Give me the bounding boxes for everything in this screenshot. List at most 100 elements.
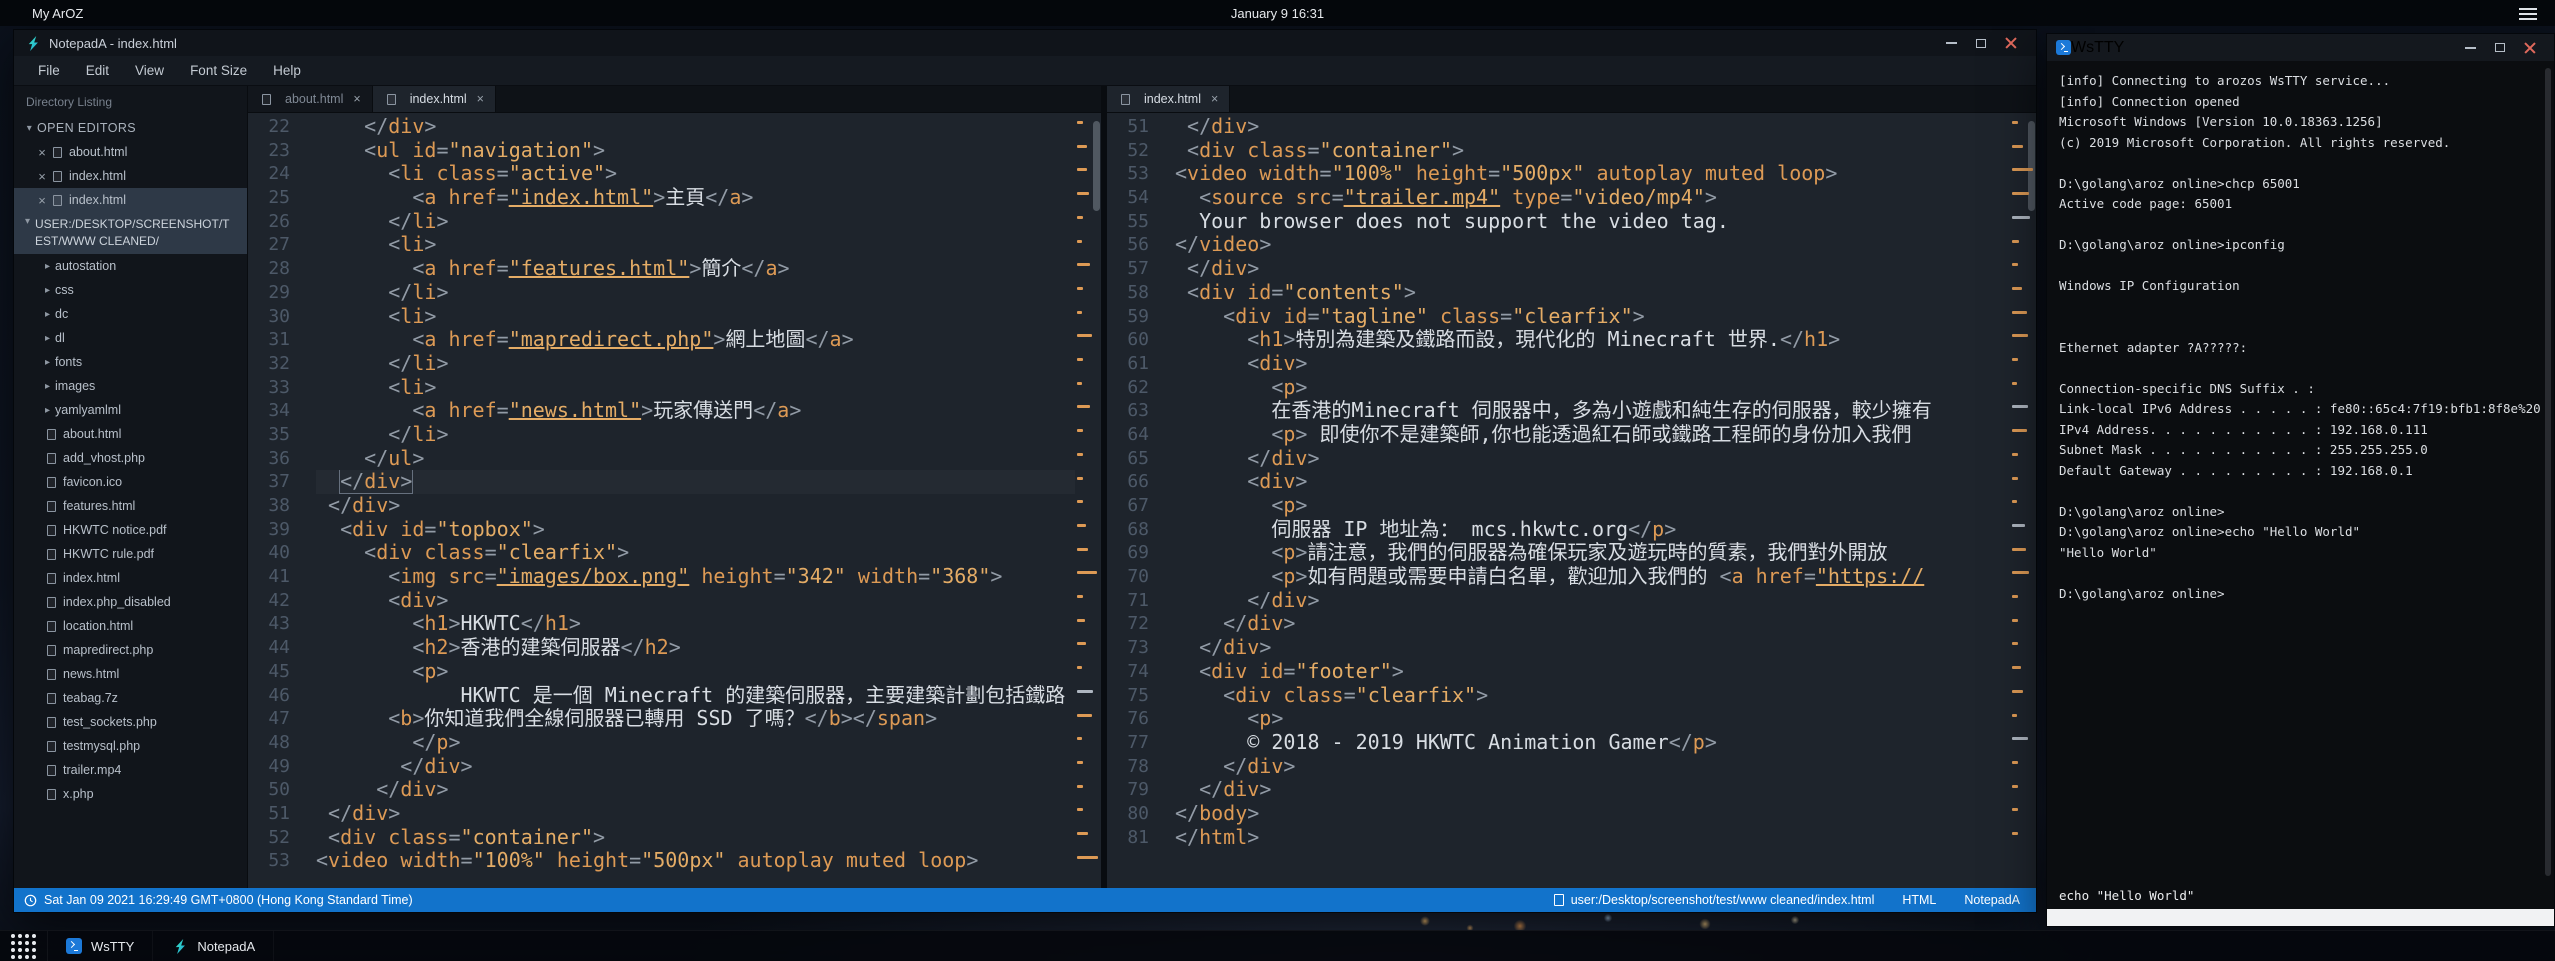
code-line[interactable]: <div> — [316, 589, 1075, 613]
maximize-icon[interactable] — [2485, 38, 2515, 58]
close-tab-icon[interactable]: × — [353, 92, 360, 106]
code-line[interactable]: <div class="clearfix"> — [1175, 684, 2010, 708]
notepada-titlebar[interactable]: NotepadA - index.html — [14, 30, 2036, 56]
file-testmysql.php[interactable]: testmysql.php — [14, 734, 247, 758]
code-line[interactable]: <ul id="navigation"> — [316, 139, 1075, 163]
code-line[interactable]: </div> — [1175, 778, 2010, 802]
open-editor-index.html[interactable]: ×index.html — [14, 188, 247, 212]
code-line[interactable]: </html> — [1175, 826, 2010, 850]
code-line[interactable]: </div> — [1175, 589, 2010, 613]
tab-index.html[interactable]: index.html× — [373, 86, 496, 112]
code-line[interactable]: </div> — [316, 494, 1075, 518]
code-line[interactable]: </body> — [1175, 802, 2010, 826]
code-line[interactable]: <div id="topbox"> — [316, 518, 1075, 542]
folder-images[interactable]: ▸images — [14, 374, 247, 398]
code-line[interactable]: <h1>特別為建築及鐵路而設，現代化的 Minecraft 世界.</h1> — [1175, 328, 2010, 352]
file-mapredirect.php[interactable]: mapredirect.php — [14, 638, 247, 662]
code-line[interactable]: 在香港的Minecraft 伺服器中，多為小遊戲和純生存的伺服器，較少擁有 — [1175, 399, 2010, 423]
scrollbar-thumb[interactable] — [2028, 121, 2035, 211]
code-line[interactable]: <div class="container"> — [1175, 139, 2010, 163]
wstty-titlebar[interactable]: WsTTY — [2047, 34, 2554, 61]
code-line[interactable]: <p> — [1175, 376, 2010, 400]
file-location.html[interactable]: location.html — [14, 614, 247, 638]
menu-help[interactable]: Help — [273, 63, 301, 78]
hamburger-menu-icon[interactable] — [2519, 8, 2537, 23]
folder-dc[interactable]: ▸dc — [14, 302, 247, 326]
file-features.html[interactable]: features.html — [14, 494, 247, 518]
code-line[interactable]: <a href="mapredirect.php">網上地圖</a> — [316, 328, 1075, 352]
code-line[interactable]: <b>你知道我們全線伺服器已轉用 SSD 了嗎？</b></span> — [316, 707, 1075, 731]
code-line[interactable]: <source src="trailer.mp4" type="video/mp… — [1175, 186, 2010, 210]
code-line[interactable]: <img src="images/box.png" height="342" w… — [316, 565, 1075, 589]
folder-autostation[interactable]: ▸autostation — [14, 254, 247, 278]
code-line[interactable]: </div> — [316, 778, 1075, 802]
code-line[interactable]: <p>請注意，我們的伺服器為確保玩家及遊玩時的質素，我們對外開放 — [1175, 541, 2010, 565]
code-line[interactable]: </div> — [1175, 447, 2010, 471]
code-line[interactable]: <p> 即使你不是建築師,你也能透過紅石師或鐵路工程師的身份加入我們 — [1175, 423, 2010, 447]
code-line[interactable]: <div> — [1175, 470, 2010, 494]
code-line[interactable]: <a href="index.html">主頁</a> — [316, 186, 1075, 210]
close-editor-icon[interactable]: × — [34, 193, 50, 208]
code-line[interactable]: <div class="clearfix"> — [316, 541, 1075, 565]
tab-index.html[interactable]: index.html× — [1107, 86, 1230, 112]
file-trailer.mp4[interactable]: trailer.mp4 — [14, 758, 247, 782]
open-editors-section[interactable]: ▾OPEN EDITORS — [14, 116, 247, 140]
system-menu-button[interactable]: My ArOZ — [32, 6, 83, 21]
code-editor[interactable]: </div> <div class="container"><video wid… — [1165, 113, 2010, 888]
code-line[interactable]: </li> — [316, 352, 1075, 376]
code-line[interactable]: </div> — [316, 755, 1075, 779]
file-index.php_disabled[interactable]: index.php_disabled — [14, 590, 247, 614]
code-line[interactable]: <div> — [1175, 352, 2010, 376]
minimize-icon[interactable] — [2455, 38, 2485, 58]
taskbar-item-notepada[interactable]: NotepadA — [153, 931, 274, 961]
code-line[interactable]: </p> — [316, 731, 1075, 755]
code-line[interactable]: </div> — [316, 470, 1075, 494]
terminal-input[interactable] — [2047, 909, 2554, 926]
maximize-icon[interactable] — [1966, 33, 1996, 53]
file-test_sockets.php[interactable]: test_sockets.php — [14, 710, 247, 734]
code-line[interactable]: </li> — [316, 281, 1075, 305]
open-editor-about.html[interactable]: ×about.html — [14, 140, 247, 164]
close-tab-icon[interactable]: × — [477, 92, 484, 106]
code-line[interactable]: HKWTC 是一個 Minecraft 的建築伺服器，主要建築計劃包括鐵路 — [316, 684, 1075, 708]
code-line[interactable]: <p> — [316, 660, 1075, 684]
folder-yamlyamlml[interactable]: ▸yamlyamlml — [14, 398, 247, 422]
code-line[interactable]: <video width="100%" height="500px" autop… — [1175, 162, 2010, 186]
minimize-icon[interactable] — [1936, 33, 1966, 53]
file-teabag.7z[interactable]: teabag.7z — [14, 686, 247, 710]
code-line[interactable]: © 2018 - 2019 HKWTC Animation Gamer</p> — [1175, 731, 2010, 755]
code-line[interactable]: </li> — [316, 210, 1075, 234]
code-line[interactable]: <a href="features.html">簡介</a> — [316, 257, 1075, 281]
code-line[interactable]: <p> — [1175, 707, 2010, 731]
file-news.html[interactable]: news.html — [14, 662, 247, 686]
code-line[interactable]: </li> — [316, 423, 1075, 447]
code-line[interactable]: <div id="contents"> — [1175, 281, 2010, 305]
code-line[interactable]: <li> — [316, 376, 1075, 400]
code-line[interactable]: </div> — [1175, 636, 2010, 660]
close-editor-icon[interactable]: × — [34, 145, 50, 160]
code-line[interactable]: <div id="footer"> — [1175, 660, 2010, 684]
file-x.php[interactable]: x.php — [14, 782, 247, 806]
scrollbar-thumb[interactable] — [1093, 121, 1100, 211]
tab-about.html[interactable]: about.html× — [248, 86, 373, 112]
code-line[interactable]: <a href="news.html">玩家傳送門</a> — [316, 399, 1075, 423]
code-line[interactable]: </div> — [316, 802, 1075, 826]
code-line[interactable]: <li class="active"> — [316, 162, 1075, 186]
file-about.html[interactable]: about.html — [14, 422, 247, 446]
menu-edit[interactable]: Edit — [86, 63, 109, 78]
code-line[interactable]: <video width="100%" height="500px" autop… — [316, 849, 1075, 873]
code-line[interactable]: <li> — [316, 233, 1075, 257]
code-line[interactable]: </ul> — [316, 447, 1075, 471]
code-editor[interactable]: </div> <ul id="navigation"> <li class="a… — [306, 113, 1075, 888]
code-line[interactable]: <div id="tagline" class="clearfix"> — [1175, 305, 2010, 329]
menu-font-size[interactable]: Font Size — [190, 63, 247, 78]
open-editor-index.html[interactable]: ×index.html — [14, 164, 247, 188]
code-line[interactable]: <p>如有問題或需要申請白名單，歡迎加入我們的 <a href="https:/… — [1175, 565, 2010, 589]
menu-file[interactable]: File — [38, 63, 60, 78]
code-line[interactable]: <h1>HKWTC</h1> — [316, 612, 1075, 636]
taskbar-item-wstty[interactable]: WsTTY — [48, 931, 153, 961]
file-favicon.ico[interactable]: favicon.ico — [14, 470, 247, 494]
file-add_vhost.php[interactable]: add_vhost.php — [14, 446, 247, 470]
folder-css[interactable]: ▸css — [14, 278, 247, 302]
code-line[interactable]: </div> — [316, 115, 1075, 139]
